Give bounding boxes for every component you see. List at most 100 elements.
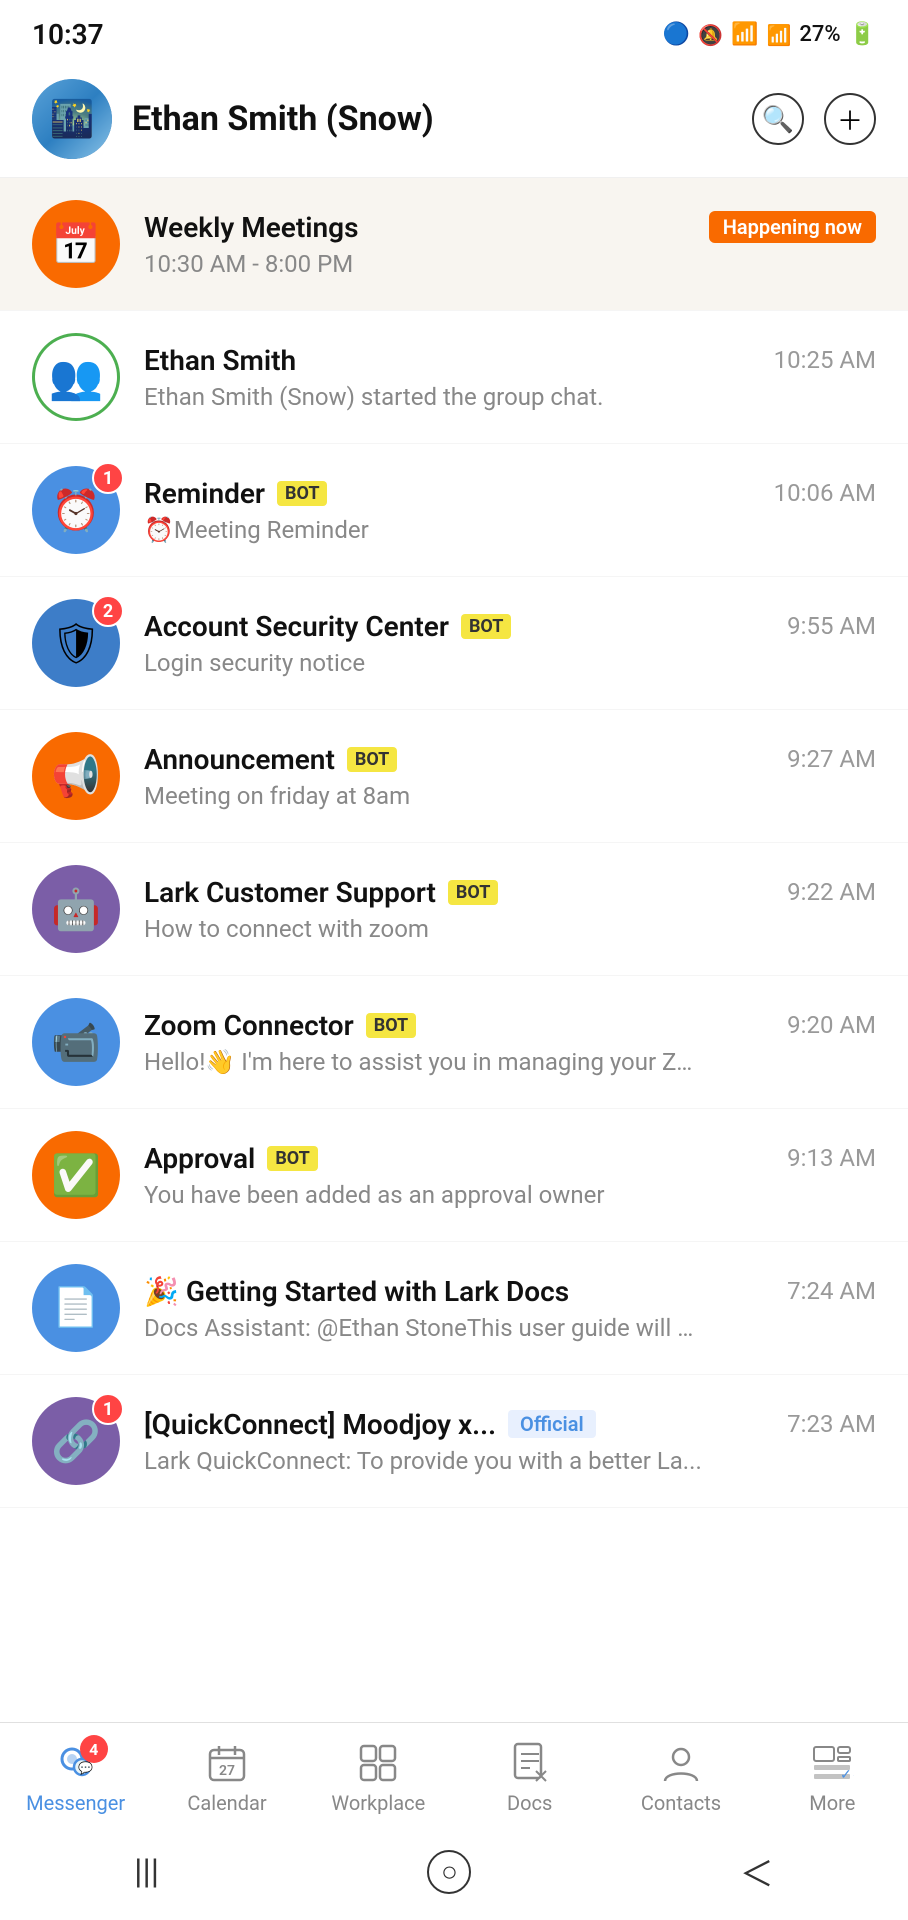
chat-time-lark-support: 9:22 AM [787, 878, 876, 906]
chat-time-approval: 9:13 AM [787, 1144, 876, 1172]
nav-item-more[interactable]: ✓✓ More [757, 1723, 908, 1829]
nav-label-more: More [809, 1791, 855, 1815]
chat-item-account-security[interactable]: 🛡2Account Security CenterBOT9:55 AMLogin… [0, 577, 908, 710]
chat-preview-reminder: ⏰Meeting Reminder [144, 516, 704, 544]
chat-preview-weekly-meetings: 10:30 AM - 8:00 PM [144, 250, 704, 278]
svg-text:27: 27 [219, 1763, 235, 1779]
nav-label-docs: Docs [507, 1791, 552, 1815]
chat-content-getting-started-docs: 🎉 Getting Started with Lark Docs7:24 AMD… [144, 1275, 876, 1342]
chat-name-getting-started-docs: 🎉 Getting Started with Lark Docs [144, 1275, 569, 1308]
chat-item-reminder[interactable]: ⏰1ReminderBOT10:06 AM⏰Meeting Reminder [0, 444, 908, 577]
chat-content-approval: ApprovalBOT9:13 AMYou have been added as… [144, 1142, 876, 1209]
nav-item-workplace[interactable]: Workplace [303, 1723, 454, 1829]
official-tag-quickconnect-moodjoy: Official [508, 1410, 596, 1438]
bot-tag-zoom-connector: BOT [366, 1013, 416, 1038]
nav-label-messenger: Messenger [26, 1791, 125, 1815]
chat-avatar-zoom-connector: 📹 [32, 998, 120, 1086]
nav-item-docs[interactable]: Docs [454, 1723, 605, 1829]
chat-name-zoom-connector: Zoom Connector [144, 1009, 354, 1042]
chat-item-zoom-connector[interactable]: 📹Zoom ConnectorBOT9:20 AMHello!👋 I'm her… [0, 976, 908, 1109]
chat-item-quickconnect-moodjoy[interactable]: 🔗1 [QuickConnect] Moodjoy x... Official 7:2… [0, 1375, 908, 1508]
chat-preview-lark-support: How to connect with zoom [144, 915, 704, 943]
chat-item-lark-support[interactable]: 🤖 Lark Customer Support BOT 9:22 AM How to c… [0, 843, 908, 976]
happening-tag-weekly-meetings: Happening now [709, 211, 876, 243]
chat-item-ethan-smith[interactable]: 👥 Ethan Smith 10:25 AM Ethan Smith (Snow) s… [0, 311, 908, 444]
chat-preview-quickconnect-moodjoy: Lark QuickConnect: To provide you with a… [144, 1447, 704, 1475]
chat-content-ethan-smith: Ethan Smith 10:25 AM Ethan Smith (Snow) st… [144, 344, 876, 411]
chat-time-quickconnect-moodjoy: 7:23 AM [787, 1410, 876, 1438]
vibrate-icon: 🔕 [698, 23, 723, 47]
nav-items: 💬 4 Messenger 27 Calendar [0, 1723, 908, 1829]
chat-time-account-security: 9:55 AM [787, 612, 876, 640]
status-icons: 🔵 🔕 📶 📶 27% 🔋 [663, 22, 876, 47]
chat-list: 📅Weekly MeetingsHappening now10:30 AM - … [0, 178, 908, 1688]
bot-tag-approval: BOT [267, 1146, 317, 1171]
nav-label-workplace: Workplace [331, 1791, 425, 1815]
messenger-badge: 4 [80, 1735, 108, 1763]
chat-preview-zoom-connector: Hello!👋 I'm here to assist you in managi… [144, 1048, 704, 1076]
chat-time-announcement: 9:27 AM [787, 745, 876, 773]
bot-tag-lark-support: BOT [448, 880, 498, 905]
chat-name-reminder: Reminder [144, 477, 265, 510]
chat-avatar-quickconnect-moodjoy: 🔗1 [32, 1397, 120, 1485]
status-bar: 10:37 🔵 🔕 📶 📶 27% 🔋 [0, 0, 908, 61]
chat-avatar-lark-support: 🤖 [32, 865, 120, 953]
chat-item-announcement[interactable]: 📢AnnouncementBOT9:27 AMMeeting on friday… [0, 710, 908, 843]
chat-content-zoom-connector: Zoom ConnectorBOT9:20 AMHello!👋 I'm here… [144, 1009, 876, 1076]
user-avatar[interactable] [32, 79, 112, 159]
nav-label-calendar: Calendar [187, 1791, 266, 1815]
chat-time-getting-started-docs: 7:24 AM [787, 1277, 876, 1305]
add-icon: ＋ [837, 101, 863, 138]
header-actions: 🔍 ＋ [752, 93, 876, 145]
wifi-icon: 📶 [731, 22, 758, 47]
home-button[interactable]: ○ [427, 1850, 471, 1894]
nav-item-calendar[interactable]: 27 Calendar [151, 1723, 302, 1829]
chat-name-weekly-meetings: Weekly Meetings [144, 211, 358, 244]
nav-label-contacts: Contacts [641, 1791, 721, 1815]
chat-name-ethan-smith: Ethan Smith [144, 344, 296, 377]
battery-text: 27% [799, 22, 840, 47]
bluetooth-icon: 🔵 [663, 22, 690, 47]
chat-avatar-approval: ✅ [32, 1131, 120, 1219]
header-user-name: Ethan Smith (Snow) [132, 99, 752, 139]
chat-avatar-account-security: 🛡2 [32, 599, 120, 687]
chat-content-reminder: ReminderBOT10:06 AM⏰Meeting Reminder [144, 477, 876, 544]
back-button[interactable]: ＜ [740, 1847, 774, 1896]
chat-item-getting-started-docs[interactable]: 📄 🎉 Getting Started with Lark Docs 7:24 AM… [0, 1242, 908, 1375]
chat-item-approval[interactable]: ✅ApprovalBOT9:13 AMYou have been added a… [0, 1109, 908, 1242]
chat-avatar-ethan-smith: 👥 [32, 333, 120, 421]
chat-avatar-announcement: 📢 [32, 732, 120, 820]
battery-icon: 🔋 [849, 22, 876, 47]
chat-content-weekly-meetings: Weekly Meetings Happening now10:30 AM - 8… [144, 211, 876, 278]
messenger-icon: 💬 4 [54, 1741, 98, 1785]
chat-name-quickconnect-moodjoy: [QuickConnect] Moodjoy x... [144, 1408, 496, 1441]
nav-item-contacts[interactable]: Contacts [605, 1723, 756, 1829]
chat-preview-announcement: Meeting on friday at 8am [144, 782, 704, 810]
system-nav: ||| ○ ＜ [0, 1829, 908, 1920]
menu-button[interactable]: ||| [134, 1852, 159, 1892]
svg-text:💬: 💬 [78, 1761, 93, 1775]
search-button[interactable]: 🔍 [752, 93, 804, 145]
calendar-icon: 27 [205, 1741, 249, 1785]
bottom-nav: 💬 4 Messenger 27 Calendar [0, 1722, 908, 1920]
chat-badge-quickconnect-moodjoy: 1 [92, 1393, 124, 1425]
status-time: 10:37 [32, 18, 104, 51]
contacts-icon [659, 1741, 703, 1785]
chat-content-quickconnect-moodjoy: [QuickConnect] Moodjoy x... Official 7:23 … [144, 1408, 876, 1475]
chat-preview-approval: You have been added as an approval owner [144, 1181, 704, 1209]
chat-time-reminder: 10:06 AM [774, 479, 876, 507]
chat-name-lark-support: Lark Customer Support [144, 876, 436, 909]
search-icon: 🔍 [762, 104, 794, 135]
add-button[interactable]: ＋ [824, 93, 876, 145]
chat-preview-ethan-smith: Ethan Smith (Snow) started the group cha… [144, 383, 704, 411]
workplace-icon [356, 1741, 400, 1785]
chat-item-weekly-meetings[interactable]: 📅Weekly MeetingsHappening now10:30 AM - … [0, 178, 908, 311]
chat-badge-account-security: 2 [92, 595, 124, 627]
bot-tag-announcement: BOT [347, 747, 397, 772]
chat-time-ethan-smith: 10:25 AM [774, 346, 876, 374]
chat-avatar-getting-started-docs: 📄 [32, 1264, 120, 1352]
chat-preview-account-security: Login security notice [144, 649, 704, 677]
bot-tag-account-security: BOT [461, 614, 511, 639]
chat-content-account-security: Account Security CenterBOT9:55 AMLogin s… [144, 610, 876, 677]
nav-item-messenger[interactable]: 💬 4 Messenger [0, 1723, 151, 1829]
